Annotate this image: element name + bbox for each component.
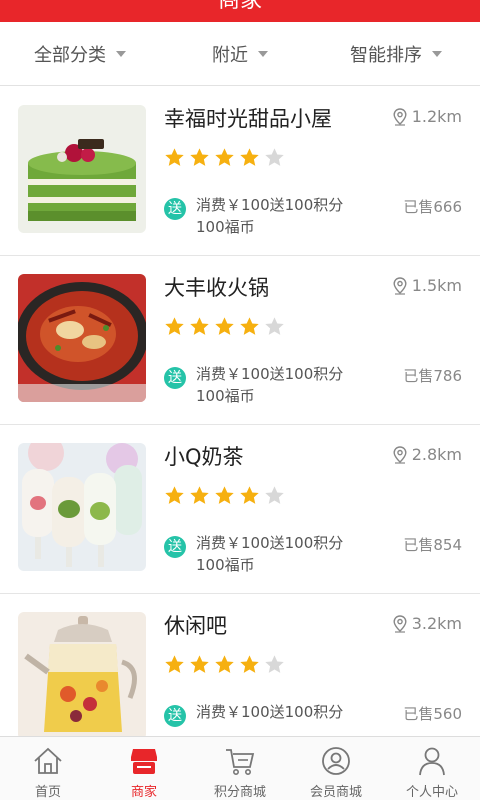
star-filled-icon — [190, 486, 209, 504]
star-filled-icon — [215, 655, 234, 673]
star-filled-icon — [240, 317, 259, 335]
location-pin-icon — [393, 107, 407, 126]
tab-shops-label: 商家 — [130, 785, 157, 800]
star-empty-icon — [265, 148, 284, 166]
caret-down-icon — [116, 51, 126, 57]
star-filled-icon — [165, 148, 184, 166]
shop-distance: 1.2km — [392, 107, 462, 126]
star-empty-icon — [265, 655, 284, 673]
shop-item[interactable]: 小Q奶茶 2.8km 送 消费￥100送100积分100福币 已售854 — [0, 425, 480, 594]
sold-count: 已售560 — [403, 705, 462, 723]
star-filled-icon — [240, 148, 259, 166]
home-icon — [34, 747, 62, 774]
promo-text: 消费￥100送100积分 — [196, 703, 344, 721]
rating-stars — [164, 147, 285, 168]
tab-points-mall[interactable]: 积分商城 — [192, 737, 288, 800]
filter-sort-label: 智能排序 — [350, 45, 422, 66]
star-filled-icon — [240, 655, 259, 673]
cart-icon — [226, 749, 255, 775]
caret-down-icon — [258, 51, 268, 57]
shop-distance: 2.8km — [392, 445, 462, 464]
tab-profile-label: 个人中心 — [405, 785, 458, 800]
tab-profile[interactable]: 个人中心 — [384, 737, 480, 800]
star-filled-icon — [190, 148, 209, 166]
rating-stars — [164, 316, 285, 337]
tab-member-mall[interactable]: 会员商城 — [288, 737, 384, 800]
bottom-tab-bar: 首页 商家 积分商城 会员商城 个人中心 — [0, 736, 480, 800]
tab-member-mall-label: 会员商城 — [309, 785, 362, 800]
shop-image-matcha-cake — [18, 105, 146, 233]
distance-value: 1.2km — [411, 107, 462, 126]
promo-text: 消费￥100送100积分100福币 — [196, 196, 344, 236]
sold-count: 已售666 — [403, 198, 462, 216]
shop-name: 小Q奶茶 — [164, 445, 244, 469]
shop-icon — [131, 749, 157, 774]
shop-distance: 3.2km — [392, 614, 462, 633]
gift-badge-icon: 送 — [164, 198, 186, 220]
location-pin-icon — [393, 445, 407, 464]
shop-name: 大丰收火锅 — [164, 276, 269, 300]
star-filled-icon — [190, 655, 209, 673]
location-pin-icon — [393, 276, 407, 295]
filter-bar: 全部分类 附近 智能排序 — [0, 22, 480, 86]
gift-badge-icon: 送 — [164, 705, 186, 727]
shop-item[interactable]: 幸福时光甜品小屋 1.2km 送 消费￥100送100积分100福币 已售666 — [0, 87, 480, 256]
sold-count: 已售854 — [403, 536, 462, 554]
caret-down-icon — [432, 51, 442, 57]
shop-distance: 1.5km — [392, 276, 462, 295]
location-pin-icon — [393, 614, 407, 633]
tab-points-mall-label: 积分商城 — [213, 785, 266, 800]
page-title: 商家 — [217, 0, 262, 13]
star-filled-icon — [165, 317, 184, 335]
star-filled-icon — [165, 655, 184, 673]
filter-nearby-label: 附近 — [212, 45, 248, 66]
star-filled-icon — [190, 317, 209, 335]
gift-badge-icon: 送 — [164, 367, 186, 389]
rating-stars — [164, 485, 285, 506]
star-filled-icon — [165, 486, 184, 504]
shop-image-popsicles — [18, 443, 146, 571]
filter-nearby[interactable]: 附近 — [212, 22, 268, 86]
tab-shops[interactable]: 商家 — [96, 737, 192, 800]
star-filled-icon — [240, 486, 259, 504]
star-empty-icon — [265, 486, 284, 504]
filter-category-label: 全部分类 — [34, 45, 106, 66]
member-icon — [322, 747, 350, 775]
distance-value: 2.8km — [411, 445, 462, 464]
star-filled-icon — [215, 317, 234, 335]
tab-home-label: 首页 — [34, 785, 61, 800]
rating-stars — [164, 654, 285, 675]
distance-value: 3.2km — [411, 614, 462, 633]
shop-name: 休闲吧 — [164, 614, 227, 638]
shop-item[interactable]: 大丰收火锅 1.5km 送 消费￥100送100积分100福币 已售786 — [0, 256, 480, 425]
star-filled-icon — [215, 148, 234, 166]
gift-badge-icon: 送 — [164, 536, 186, 558]
shop-image-hotpot — [18, 274, 146, 402]
distance-value: 1.5km — [411, 276, 462, 295]
app-header: 商家 — [0, 0, 480, 22]
shop-image-fruit-tea-pot — [18, 612, 146, 740]
user-icon — [419, 747, 445, 776]
filter-category[interactable]: 全部分类 — [34, 22, 126, 86]
filter-sort[interactable]: 智能排序 — [350, 22, 442, 86]
promo-text: 消费￥100送100积分100福币 — [196, 365, 344, 405]
shop-name: 幸福时光甜品小屋 — [164, 107, 332, 131]
star-filled-icon — [215, 486, 234, 504]
star-empty-icon — [265, 317, 284, 335]
tab-home[interactable]: 首页 — [0, 737, 96, 800]
promo-text: 消费￥100送100积分100福币 — [196, 534, 344, 574]
sold-count: 已售786 — [403, 367, 462, 385]
